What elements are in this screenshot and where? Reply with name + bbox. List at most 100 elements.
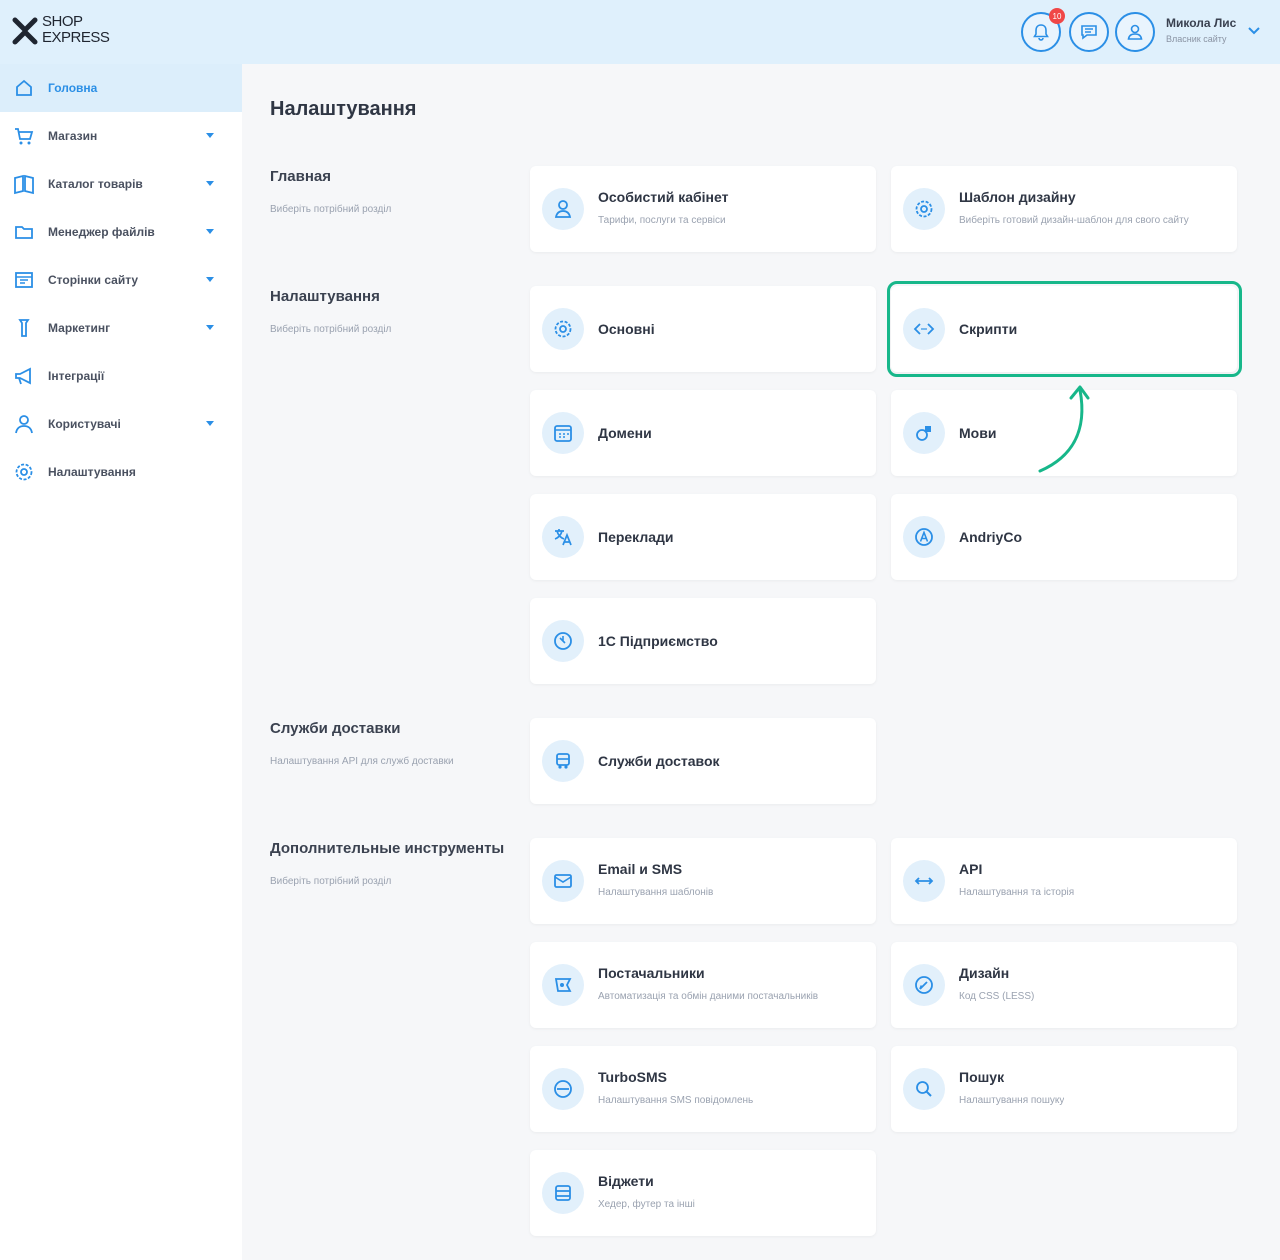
- sms-icon: [542, 1068, 584, 1110]
- section-subtitle-settings: Виберіть потрібний розділ: [270, 324, 392, 335]
- sidebar: Головна Магазин Каталог товарів Менеджер…: [0, 64, 242, 1260]
- card-title: API: [959, 861, 983, 877]
- sidebar-item-label: Каталог товарів: [48, 177, 143, 191]
- caret-down-icon[interactable]: [206, 181, 214, 186]
- card-title: Шаблон дизайну: [959, 189, 1076, 205]
- section-title-settings: Налаштування: [270, 288, 380, 305]
- book-icon: [14, 174, 34, 195]
- messages-button[interactable]: [1069, 12, 1109, 52]
- card-subtitle: Налаштування та історія: [959, 887, 1075, 898]
- caret-down-icon[interactable]: [206, 421, 214, 426]
- card-personal-account[interactable]: Особистий кабінет Тарифи, послуги та сер…: [530, 166, 876, 252]
- card-subtitle: Виберіть готовий дизайн-шаблон для свого…: [959, 215, 1189, 226]
- sidebar-item-settings[interactable]: Налаштування: [0, 448, 242, 496]
- pointer-arrow-icon: [1038, 385, 1090, 473]
- top-bar: SHOP EXPRESS 10 Микола Лис Власник сайту: [0, 0, 1280, 64]
- section-subtitle-tools: Виберіть потрібний розділ: [270, 876, 392, 887]
- card-title: Служби доставок: [598, 753, 720, 769]
- card-email-sms[interactable]: Email и SMS Налаштування шаблонів: [530, 838, 876, 924]
- chat-icon: [1081, 25, 1097, 40]
- caret-down-icon[interactable]: [206, 133, 214, 138]
- sidebar-item-shop[interactable]: Магазин: [0, 112, 242, 160]
- mail-icon: [542, 860, 584, 902]
- sidebar-item-label: Менеджер файлів: [48, 225, 155, 239]
- card-design-template[interactable]: Шаблон дизайну Виберіть готовий дизайн-ш…: [891, 166, 1237, 252]
- sidebar-item-users[interactable]: Користувачі: [0, 400, 242, 448]
- sidebar-item-file-manager[interactable]: Менеджер файлів: [0, 208, 242, 256]
- page-title: Налаштування: [270, 98, 417, 120]
- folder-icon: [15, 226, 33, 239]
- sidebar-item-label: Налаштування: [48, 465, 136, 479]
- sidebar-item-home[interactable]: Головна: [0, 64, 242, 112]
- card-subtitle: Автоматизація та обмін даними постачальн…: [598, 991, 819, 1002]
- caret-down-icon[interactable]: [206, 325, 214, 330]
- card-subtitle: Тарифи, послуги та сервіси: [598, 215, 726, 226]
- card-delivery-services[interactable]: Служби доставок: [530, 718, 876, 804]
- sidebar-item-label: Магазин: [48, 129, 98, 143]
- sidebar-item-catalog[interactable]: Каталог товарів: [0, 160, 242, 208]
- marketing-icon: [18, 319, 30, 337]
- card-design[interactable]: Дизайн Код CSS (LESS): [891, 942, 1237, 1028]
- sidebar-item-label: Сторінки сайту: [48, 273, 139, 287]
- section-subtitle-main: Виберіть потрібний розділ: [270, 204, 392, 215]
- gear-icon: [15, 463, 33, 481]
- user-icon: [542, 188, 584, 230]
- card-title: Дизайн: [959, 965, 1010, 981]
- home-icon: [16, 79, 32, 96]
- logo-text: SHOP EXPRESS: [42, 13, 110, 46]
- card-api[interactable]: API Налаштування та історія: [891, 838, 1237, 924]
- notifications-button[interactable]: 10: [1021, 8, 1065, 52]
- notifications-badge: 10: [1049, 8, 1065, 24]
- card-title: AndriyCo: [959, 529, 1022, 545]
- shop-express-logo[interactable]: SHOP EXPRESS: [12, 14, 112, 50]
- card-suppliers[interactable]: Постачальники Автоматизація та обмін дан…: [530, 942, 876, 1028]
- card-title: Пошук: [959, 1069, 1005, 1085]
- sidebar-item-label: Користувачі: [48, 417, 121, 431]
- card-subtitle: Налаштування пошуку: [959, 1095, 1065, 1106]
- section-subtitle-delivery: Налаштування API для служб доставки: [270, 756, 454, 767]
- card-1c-enterprise[interactable]: 1С Підприємство: [530, 598, 876, 684]
- card-subtitle: Хедер, футер та інші: [598, 1199, 695, 1210]
- user-icon: [1127, 24, 1143, 40]
- card-turbosms[interactable]: TurboSMS Налаштування SMS повідомлень: [530, 1046, 876, 1132]
- a-circle-icon: [903, 516, 945, 558]
- card-search[interactable]: Пошук Налаштування пошуку: [891, 1046, 1237, 1132]
- user-role: Власник сайту: [1166, 34, 1227, 44]
- card-title: Домени: [598, 425, 652, 441]
- user-avatar-button[interactable]: [1115, 12, 1155, 52]
- pages-icon: [15, 272, 33, 288]
- card-basic-settings[interactable]: Основні: [530, 286, 876, 372]
- caret-down-icon[interactable]: [206, 229, 214, 234]
- card-andriyco[interactable]: AndriyCo: [891, 494, 1237, 580]
- supplier-icon: [542, 964, 584, 1006]
- logo-mark-icon: [12, 17, 38, 45]
- cart-icon: [15, 128, 34, 145]
- arrows-icon: [903, 860, 945, 902]
- sidebar-item-integrations[interactable]: Інтеграції: [0, 352, 242, 400]
- calendar-icon: [542, 412, 584, 454]
- section-title-delivery: Служби доставки: [270, 720, 401, 737]
- scripts-highlight-frame: [887, 281, 1242, 377]
- pen-icon: [903, 964, 945, 1006]
- card-title: TurboSMS: [598, 1069, 667, 1085]
- sidebar-item-pages[interactable]: Сторінки сайту: [0, 256, 242, 304]
- clock-icon: [542, 620, 584, 662]
- caret-down-icon[interactable]: [206, 277, 214, 282]
- user-name[interactable]: Микола Лис: [1166, 16, 1236, 30]
- card-title: Віджети: [598, 1173, 654, 1189]
- logo-line-1: SHOP: [42, 13, 83, 30]
- translate-icon: [542, 516, 584, 558]
- card-domains[interactable]: Домени: [530, 390, 876, 476]
- gear-icon: [542, 308, 584, 350]
- card-title: Постачальники: [598, 965, 705, 981]
- chevron-down-icon[interactable]: [1247, 26, 1261, 36]
- card-widgets[interactable]: Віджети Хедер, футер та інші: [530, 1150, 876, 1236]
- user-icon: [15, 415, 33, 434]
- card-title: 1С Підприємство: [598, 633, 718, 649]
- bell-icon: [1033, 24, 1049, 41]
- truck-icon: [542, 740, 584, 782]
- card-translations[interactable]: Переклади: [530, 494, 876, 580]
- section-title-tools: Дополнительные инструменты: [270, 840, 505, 857]
- card-title: Email и SMS: [598, 861, 683, 877]
- sidebar-item-marketing[interactable]: Маркетинг: [0, 304, 242, 352]
